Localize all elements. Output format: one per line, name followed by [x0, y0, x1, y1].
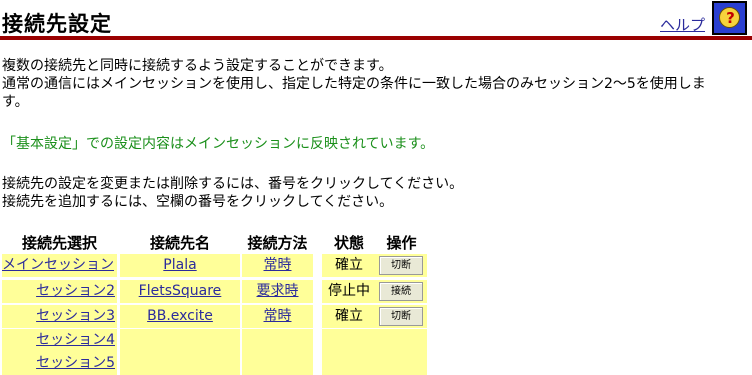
status-cell	[322, 329, 376, 352]
name-cell: BB.excite	[120, 305, 240, 328]
method-cell: 常時	[242, 254, 313, 277]
notice-text: 「基本設定」での設定内容はメインセッションに反映されています。	[2, 136, 435, 152]
method-cell: 常時	[242, 305, 313, 328]
column-header-action: 操作	[386, 234, 417, 252]
connection-method-link[interactable]: 常時	[264, 308, 292, 324]
description-line-3: す。	[2, 94, 29, 110]
column-header-session: 接続先選択	[21, 234, 97, 252]
method-cell	[242, 352, 313, 375]
action-cell	[376, 329, 427, 352]
session-link-main[interactable]: メインセッション	[2, 257, 114, 273]
action-cell: 切断	[376, 305, 427, 328]
connection-method-link[interactable]: 常時	[264, 257, 292, 273]
column-header-name: 接続先名	[149, 234, 210, 252]
session-cell: セッション3	[2, 305, 117, 328]
description-line-2: 通常の通信にはメインセッションを使用し、指定した特定の条件に一致した場合のみセッ…	[2, 76, 706, 92]
instruction-line-1: 接続先の設定を変更または削除するには、番号をクリックしてください。	[2, 176, 464, 192]
session-cell: セッション4	[2, 329, 117, 352]
session-cell: セッション5	[2, 352, 117, 375]
session-link-5[interactable]: セッション5	[36, 355, 115, 371]
status-cell: 確立	[322, 254, 376, 277]
connect-button[interactable]: 接続	[379, 282, 423, 301]
description-line-1: 複数の接続先と同時に接続するよう設定することができます。	[2, 58, 393, 74]
disconnect-button[interactable]: 切断	[379, 256, 423, 275]
session-link-3[interactable]: セッション3	[36, 308, 115, 324]
action-cell: 接続	[376, 280, 427, 303]
header-divider	[0, 36, 752, 40]
help-icon-badge: ?	[719, 7, 740, 28]
session-cell: メインセッション	[2, 254, 117, 277]
connection-method-link[interactable]: 要求時	[257, 283, 299, 299]
method-cell	[242, 329, 313, 352]
session-link-2[interactable]: セッション2	[36, 283, 115, 299]
help-link[interactable]: ヘルプ	[660, 14, 705, 35]
page-header: 接続先設定 ヘルプ ?	[0, 0, 752, 42]
name-cell: FletsSquare West	[120, 280, 240, 322]
help-question-icon[interactable]: ?	[712, 1, 747, 35]
action-cell: 切断	[376, 254, 427, 277]
instruction-line-2: 接続先を追加するには、空欄の番号をクリックしてください。	[2, 194, 394, 210]
column-header-method: 接続方法	[247, 234, 308, 252]
name-cell	[120, 352, 240, 375]
status-cell: 確立	[322, 305, 376, 328]
name-cell: Plala	[120, 254, 240, 277]
connection-name-link[interactable]: Plala	[163, 257, 196, 273]
method-cell: 要求時	[242, 280, 313, 303]
status-cell	[322, 352, 376, 375]
column-header-status: 状態	[333, 234, 364, 252]
session-link-4[interactable]: セッション4	[36, 332, 115, 348]
disconnect-button[interactable]: 切断	[379, 307, 423, 326]
name-cell	[120, 329, 240, 352]
connection-name-link[interactable]: BB.excite	[147, 308, 213, 324]
page-title: 接続先設定	[2, 12, 112, 36]
question-mark-glyph: ?	[726, 9, 735, 27]
action-cell	[376, 352, 427, 375]
status-cell: 停止中	[322, 280, 376, 303]
session-cell: セッション2	[2, 280, 117, 303]
